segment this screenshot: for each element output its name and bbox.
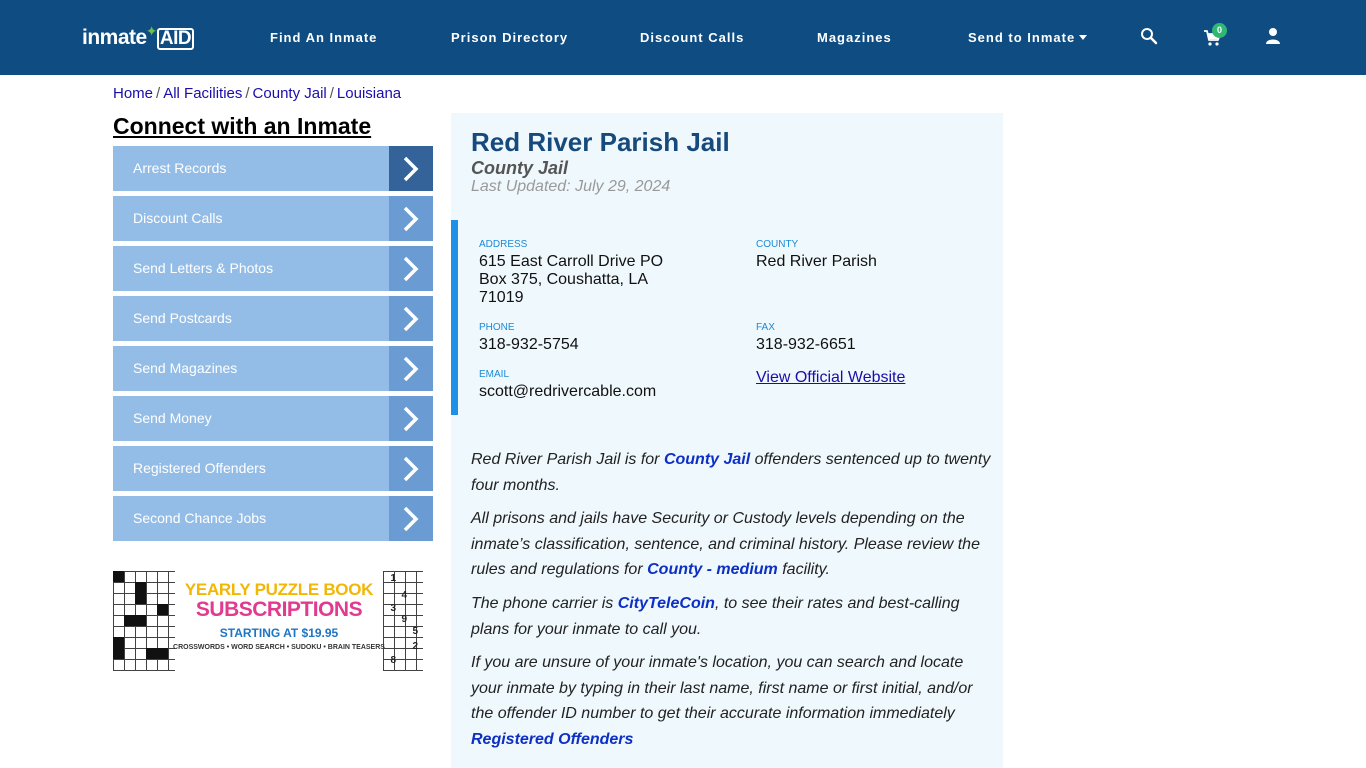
chevron-right-icon: [389, 346, 433, 391]
chevron-right-icon: [389, 146, 433, 191]
puzzle-book-ad-banner[interactable]: 1 4 9 5 2 3 8 YEARLY PUZZLE BOOK SUBSCRI…: [113, 571, 423, 671]
email-label: EMAIL: [479, 369, 510, 380]
sudoku-digit: 8: [390, 655, 396, 666]
search-icon[interactable]: [1140, 27, 1158, 45]
user-account-icon[interactable]: [1264, 27, 1282, 45]
ad-categories: CROSSWORDS • WORD SEARCH • SUDOKU • BRAI…: [173, 644, 385, 651]
ad-price: STARTING AT $19.95: [219, 626, 339, 640]
crossword-block: [157, 604, 168, 615]
county-value: Red River Parish: [756, 253, 877, 270]
security-level-link[interactable]: County - medium: [647, 561, 778, 578]
sidebar-item-label: Send Magazines: [133, 360, 238, 376]
address-label: ADDRESS: [479, 239, 528, 250]
description-paragraph-1: Red River Parish Jail is for County Jail…: [471, 447, 996, 498]
address-value: 615 East Carroll Drive PO Box 375, Coush…: [479, 253, 664, 306]
facility-contact-box: ADDRESS 615 East Carroll Drive PO Box 37…: [451, 220, 1003, 415]
sidebar-item-arrest-records[interactable]: Arrest Records: [113, 146, 433, 191]
top-navigation-bar: inmate ✦ AID Find An Inmate Prison Direc…: [0, 0, 1366, 75]
fax-label: FAX: [756, 322, 775, 333]
chevron-right-icon: [389, 196, 433, 241]
nav-find-an-inmate[interactable]: Find An Inmate: [270, 30, 377, 45]
sidebar-item-send-postcards[interactable]: Send Postcards: [113, 296, 433, 341]
breadcrumb-separator: /: [329, 85, 334, 102]
breadcrumb-all-facilities[interactable]: All Facilities: [163, 85, 242, 102]
sidebar-item-send-money[interactable]: Send Money: [113, 396, 433, 441]
sidebar-item-label: Registered Offenders: [133, 460, 266, 476]
breadcrumb-louisiana[interactable]: Louisiana: [337, 85, 401, 102]
description-paragraph-2: All prisons and jails have Security or C…: [471, 506, 996, 583]
crossword-block: [113, 637, 124, 659]
county-jail-link[interactable]: County Jail: [664, 451, 750, 468]
description-text: If you are unsure of your inmate's locat…: [471, 654, 973, 722]
facility-name: Red River Parish Jail: [471, 127, 730, 157]
ad-headline: YEARLY PUZZLE BOOK: [184, 580, 374, 599]
fax-value: 318-932-6651: [756, 336, 856, 353]
description-text: The phone carrier is: [471, 595, 618, 612]
chevron-right-icon: [389, 396, 433, 441]
sidebar-item-label: Send Postcards: [133, 310, 232, 326]
registered-offenders-link[interactable]: Registered Offenders: [471, 731, 633, 748]
breadcrumb-separator: /: [156, 85, 161, 102]
nav-magazines[interactable]: Magazines: [817, 30, 892, 45]
breadcrumb-county-jail[interactable]: County Jail: [253, 85, 327, 102]
chevron-right-icon: [389, 246, 433, 291]
sidebar-item-label: Arrest Records: [133, 160, 227, 176]
sidebar-item-discount-calls[interactable]: Discount Calls: [113, 196, 433, 241]
crossword-block: [135, 582, 146, 604]
sudoku-digit: 5: [412, 626, 418, 637]
sidebar-item-label: Send Letters & Photos: [133, 260, 274, 276]
sidebar-menu: Arrest Records Discount Calls Send Lette…: [113, 146, 433, 546]
sudoku-digit: 4: [401, 590, 407, 601]
sidebar-item-registered-offenders[interactable]: Registered Offenders: [113, 446, 433, 491]
chevron-right-icon: [389, 446, 433, 491]
sidebar-item-second-chance-jobs[interactable]: Second Chance Jobs: [113, 496, 433, 541]
connect-heading: Connect with an Inmate: [113, 113, 372, 139]
breadcrumb-separator: /: [245, 85, 250, 102]
sudoku-digit: 3: [390, 603, 396, 614]
email-value[interactable]: scott@redrivercable.com: [479, 383, 656, 401]
logo-text-aid: AID: [156, 28, 195, 50]
sidebar-item-label: Send Money: [133, 410, 212, 426]
nav-prison-directory[interactable]: Prison Directory: [451, 30, 568, 45]
facility-type: County Jail: [471, 158, 569, 178]
logo-star-icon: ✦: [145, 23, 158, 39]
nav-send-to-inmate-label: Send to Inmate: [968, 30, 1076, 45]
chevron-right-icon: [389, 496, 433, 541]
description-text: facility.: [777, 561, 830, 578]
cart-count-badge: 0: [1212, 23, 1227, 38]
nav-send-to-inmate[interactable]: Send to Inmate: [968, 30, 1088, 45]
ad-subheadline: SUBSCRIPTIONS: [195, 598, 363, 621]
official-website-link[interactable]: View Official Website: [756, 369, 905, 387]
nav-discount-calls[interactable]: Discount Calls: [640, 30, 744, 45]
crossword-block: [124, 615, 146, 626]
description-paragraph-4: If you are unsure of your inmate's locat…: [471, 650, 996, 752]
sidebar-item-send-magazines[interactable]: Send Magazines: [113, 346, 433, 391]
breadcrumb-home[interactable]: Home: [113, 85, 153, 102]
description-paragraph-3: The phone carrier is CityTeleCoin, to se…: [471, 591, 996, 642]
description-text: Red River Parish Jail is for: [471, 451, 664, 468]
sidebar-item-label: Discount Calls: [133, 210, 223, 226]
logo-text-inmate: inmate: [82, 26, 147, 49]
sidebar-item-label: Second Chance Jobs: [133, 510, 267, 526]
sudoku-digit: 2: [412, 641, 418, 652]
sudoku-digit: 1: [390, 573, 396, 584]
facility-panel: Red River Parish Jail County Jail Last U…: [451, 113, 1003, 768]
last-updated: Last Updated: July 29, 2024: [471, 178, 671, 195]
phone-value[interactable]: 318-932-5754: [479, 336, 579, 354]
county-label: COUNTY: [756, 239, 799, 250]
phone-label: PHONE: [479, 322, 515, 333]
chevron-right-icon: [389, 296, 433, 341]
crossword-block: [113, 571, 124, 582]
breadcrumb: Home / All Facilities / County Jail / Louisian…: [113, 85, 401, 102]
caret-down-icon: [1079, 35, 1088, 40]
sidebar-item-send-letters-photos[interactable]: Send Letters & Photos: [113, 246, 433, 291]
sudoku-digit: 9: [401, 614, 407, 625]
site-logo[interactable]: inmate ✦ AID: [82, 23, 195, 50]
phone-carrier-link[interactable]: CityTeleCoin: [618, 595, 715, 612]
